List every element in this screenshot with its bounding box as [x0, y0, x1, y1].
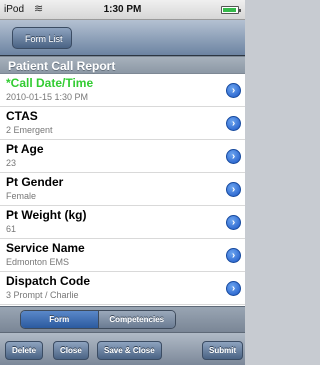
status-time: 1:30 PM — [103, 4, 142, 15]
bottom-toolbar: Delete Close Save & Close Submit — [0, 332, 245, 365]
submit-button[interactable]: Submit — [202, 341, 244, 360]
back-button[interactable]: Form List — [12, 27, 72, 49]
segment-competencies[interactable]: Competencies — [97, 311, 175, 328]
disclosure-icon[interactable]: › — [226, 182, 241, 197]
row-value: Edmonton EMS — [6, 257, 70, 267]
form-row-service-name[interactable]: Service Name Edmonton EMS › — [0, 239, 245, 272]
disclosure-icon[interactable]: › — [226, 281, 241, 296]
status-bar: iPod ≋ 1:30 PM — [0, 0, 245, 20]
segment-bar: Form Competencies — [0, 306, 245, 332]
disclosure-icon[interactable]: › — [226, 116, 241, 131]
disclosure-icon[interactable]: › — [226, 149, 241, 164]
row-label: Service Name — [6, 241, 85, 255]
row-label: Pt Weight (kg) — [6, 208, 87, 222]
form-row-ctas[interactable]: CTAS 2 Emergent › — [0, 107, 245, 140]
form-row-pt-weight[interactable]: Pt Weight (kg) 61 › — [0, 206, 245, 239]
row-value: 23 — [6, 158, 17, 168]
section-header: Patient Call Report — [0, 56, 245, 74]
form-row-pt-gender[interactable]: Pt Gender Female › — [0, 173, 245, 206]
row-value: Female — [6, 191, 37, 201]
form-row-dispatch-code[interactable]: Dispatch Code 3 Prompt / Charlie › — [0, 272, 245, 305]
row-label: Dispatch Code — [6, 274, 91, 288]
delete-button[interactable]: Delete — [5, 341, 44, 360]
form-row-call-date-time[interactable]: *Call Date/Time 2010-01-15 1:30 PM › — [0, 74, 245, 107]
row-value: 2010-01-15 1:30 PM — [6, 92, 89, 102]
row-value: 61 — [6, 224, 17, 234]
form-row-pt-age[interactable]: Pt Age 23 › — [0, 140, 245, 173]
battery-icon — [221, 6, 241, 14]
close-button[interactable]: Close — [53, 341, 89, 360]
disclosure-icon[interactable]: › — [226, 83, 241, 98]
row-label: Pt Gender — [6, 175, 64, 189]
save-and-close-button[interactable]: Save & Close — [97, 341, 162, 360]
form-field-list: *Call Date/Time 2010-01-15 1:30 PM › CTA… — [0, 74, 245, 306]
segment-form[interactable]: Form — [21, 311, 98, 328]
disclosure-icon[interactable]: › — [226, 215, 241, 230]
navigation-bar: Form List — [0, 20, 245, 56]
disclosure-icon[interactable]: › — [226, 248, 241, 263]
row-label: Pt Age — [6, 142, 44, 156]
form-competencies-segmented-control: Form Competencies — [20, 310, 176, 329]
row-label: *Call Date/Time — [6, 76, 94, 90]
row-label: CTAS — [6, 109, 38, 123]
row-value: 2 Emergent — [6, 125, 53, 135]
row-value: 3 Prompt / Charlie — [6, 290, 79, 300]
